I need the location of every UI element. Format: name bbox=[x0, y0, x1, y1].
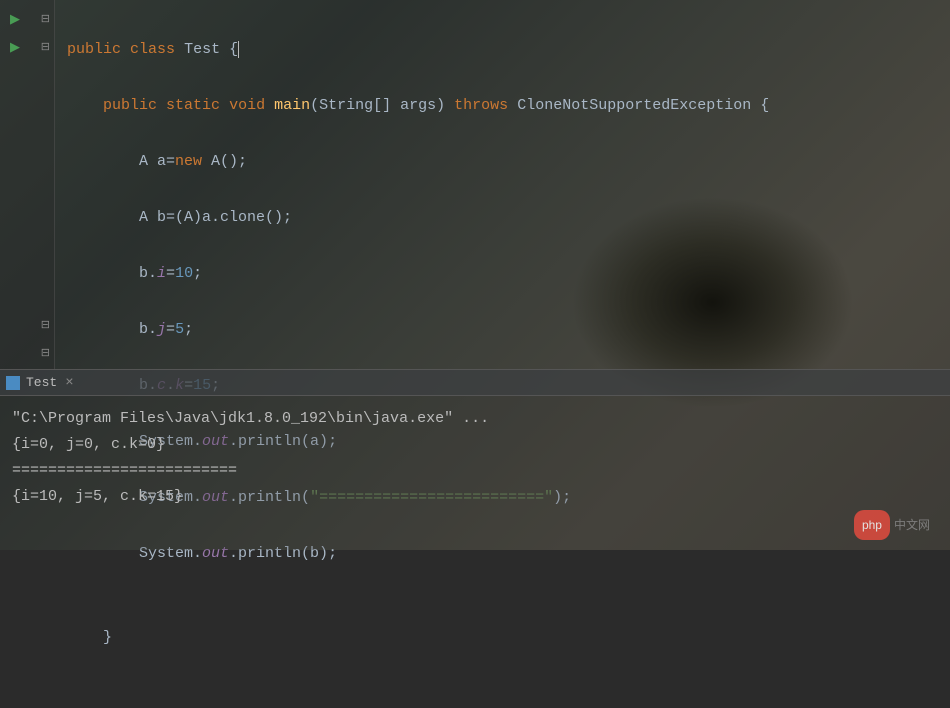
keyword: void bbox=[229, 97, 265, 114]
semi: ; bbox=[184, 321, 193, 338]
fold-icon[interactable]: ⊟ bbox=[41, 40, 50, 54]
code: A a= bbox=[139, 153, 175, 170]
fold-icon[interactable]: ⊟ bbox=[41, 318, 50, 332]
run-config-icon bbox=[6, 376, 20, 390]
code: b. bbox=[139, 265, 157, 282]
console-line: {i=10, j=5, c.k=15} bbox=[12, 484, 938, 510]
code: A(); bbox=[202, 153, 247, 170]
method: main bbox=[274, 97, 310, 114]
console-line: ========================= bbox=[12, 458, 938, 484]
keyword: class bbox=[130, 41, 175, 58]
editor-area: ▶ ▶ ⊟ ⊟ ⊟ ⊟ public class Test { public s… bbox=[0, 0, 950, 370]
ide-window: ▶ ▶ ⊟ ⊟ ⊟ ⊟ public class Test { public s… bbox=[0, 0, 950, 550]
code: b. bbox=[139, 321, 157, 338]
run-tab-bar: Test × bbox=[0, 370, 950, 396]
brace: { bbox=[229, 41, 239, 58]
op: = bbox=[166, 265, 175, 282]
fold-icon[interactable]: ⊟ bbox=[41, 346, 50, 360]
gutter: ▶ ▶ ⊟ ⊟ ⊟ ⊟ bbox=[0, 0, 55, 369]
keyword: new bbox=[175, 153, 202, 170]
keyword: throws bbox=[454, 97, 508, 114]
console-output[interactable]: "C:\Program Files\Java\jdk1.8.0_192\bin\… bbox=[0, 396, 950, 550]
semi: ; bbox=[193, 265, 202, 282]
code-editor[interactable]: public class Test { public static void m… bbox=[55, 0, 950, 369]
keyword: public bbox=[67, 41, 121, 58]
watermark: php 中文网 bbox=[854, 510, 930, 540]
number: 5 bbox=[175, 321, 184, 338]
watermark-text: 中文网 bbox=[894, 512, 930, 538]
brace: } bbox=[103, 629, 112, 646]
exception: CloneNotSupportedException { bbox=[517, 97, 769, 114]
run-tab-label[interactable]: Test bbox=[26, 375, 57, 390]
class-name: Test bbox=[184, 41, 220, 58]
field: i bbox=[157, 265, 166, 282]
code: A b=(A)a.clone(); bbox=[139, 209, 292, 226]
keyword: public bbox=[103, 97, 157, 114]
keyword: static bbox=[166, 97, 220, 114]
params: (String[] args) bbox=[310, 97, 445, 114]
run-icon[interactable]: ▶ bbox=[10, 40, 20, 55]
console-line: {i=0, j=0, c.k=0} bbox=[12, 432, 938, 458]
fold-icon[interactable]: ⊟ bbox=[41, 12, 50, 26]
field: j bbox=[157, 321, 166, 338]
php-badge: php bbox=[854, 510, 890, 540]
console-line: "C:\Program Files\Java\jdk1.8.0_192\bin\… bbox=[12, 406, 938, 432]
number: 10 bbox=[175, 265, 193, 282]
close-icon[interactable]: × bbox=[65, 375, 73, 391]
run-icon[interactable]: ▶ bbox=[10, 12, 20, 27]
op: = bbox=[166, 321, 175, 338]
